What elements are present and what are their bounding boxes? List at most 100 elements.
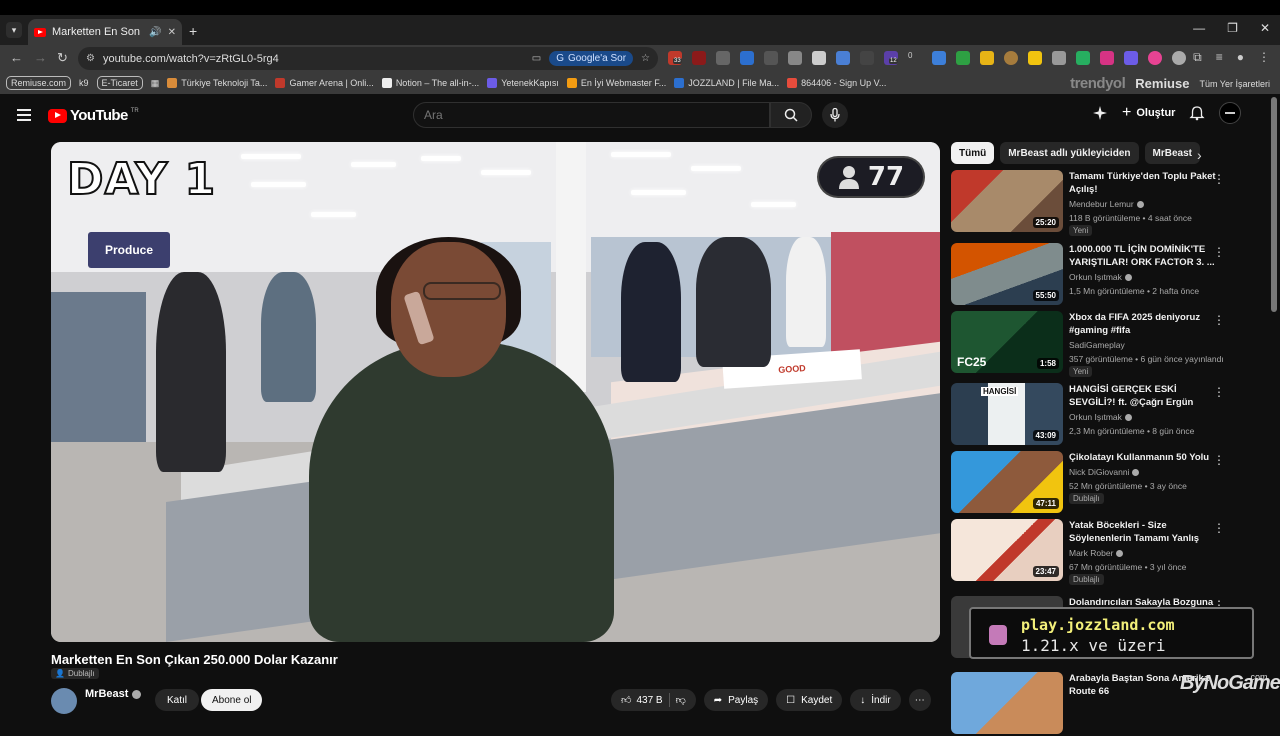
all-bookmarks-link[interactable]: Tüm Yer İşaretleri bbox=[1199, 79, 1270, 89]
channel-name[interactable]: Mendebur Lemur bbox=[1069, 199, 1144, 209]
channel-name[interactable]: Mark Rober bbox=[1069, 548, 1124, 558]
channel-avatar[interactable] bbox=[51, 688, 77, 714]
close-window-icon[interactable]: ✕ bbox=[1260, 21, 1270, 35]
apps-grid-icon[interactable]: ▦ bbox=[151, 78, 160, 89]
extension-icon[interactable] bbox=[1004, 51, 1018, 65]
bookmark-item[interactable]: E-Ticaret bbox=[96, 76, 143, 90]
pen-extension-icon[interactable] bbox=[764, 51, 778, 65]
search-input[interactable] bbox=[413, 102, 770, 128]
recommended-video[interactable]: HANGİSİ 43:09 HANGİSİ GERÇEK ESKİ SEVGİLİ… bbox=[951, 383, 1231, 447]
browser-tab-active[interactable]: Marketten En Son Çıkan 25 🔊 ✕ bbox=[28, 19, 182, 45]
address-url[interactable]: youtube.com/watch?v=zRtGL0-5rg4 bbox=[103, 53, 524, 65]
video-thumbnail[interactable]: 55:50 bbox=[951, 243, 1063, 305]
restore-icon[interactable]: ❐ bbox=[1227, 21, 1238, 35]
youtube-logo[interactable]: YouTube TR bbox=[48, 107, 139, 124]
account-avatar[interactable] bbox=[1219, 102, 1242, 124]
extension-icon[interactable] bbox=[860, 51, 874, 65]
channel-name[interactable]: Orkun Işıtmak bbox=[1069, 272, 1132, 282]
channel-name[interactable]: Nick DiGiovanni bbox=[1069, 467, 1140, 477]
recommended-video[interactable]: 47:11 Çikolatayı Kullanmanın 50 Yolu Nic… bbox=[951, 451, 1231, 515]
bookmark-item[interactable]: Türkiye Teknoloji Ta... bbox=[167, 78, 267, 88]
audio-playing-icon[interactable]: 🔊 bbox=[149, 27, 161, 38]
extension-icon[interactable] bbox=[692, 51, 706, 65]
video-title[interactable]: Yatak Böcekleri - Size Söylenenlerin Tam… bbox=[1069, 519, 1221, 545]
more-vertical-icon[interactable]: ⋮ bbox=[1213, 172, 1225, 186]
extension-icon[interactable]: 12 bbox=[884, 51, 898, 65]
reload-icon[interactable]: ↻ bbox=[57, 50, 68, 66]
recommended-video[interactable]: 55:50 1.000.000 TL İÇİN DOMİNİK'TE YARIŞ… bbox=[951, 243, 1231, 307]
search-button[interactable] bbox=[770, 102, 812, 128]
extension-icon[interactable] bbox=[1172, 51, 1186, 65]
recommended-video[interactable]: 23:47 Yatak Böcekleri - Size Söylenenler… bbox=[951, 519, 1231, 585]
video-thumbnail[interactable]: HANGİSİ 43:09 bbox=[951, 383, 1063, 445]
extension-icon[interactable] bbox=[1124, 51, 1138, 65]
translate-extension-icon[interactable] bbox=[836, 51, 850, 65]
recommended-video[interactable]: 25:20 Tamamı Türkiye'den Toplu Paket Açı… bbox=[951, 170, 1231, 236]
video-title[interactable]: Çikolatayı Kullanmanın 50 Yolu bbox=[1069, 451, 1221, 464]
address-bar[interactable]: ⚙ youtube.com/watch?v=zRtGL0-5rg4 ▭ G Goo… bbox=[78, 47, 658, 70]
subscribe-button[interactable]: Abone ol bbox=[201, 689, 263, 711]
voice-search-button[interactable] bbox=[822, 102, 848, 128]
bookmark-item[interactable]: Notion – The all-in-... bbox=[381, 78, 479, 88]
chip-mrbeast[interactable]: MrBeast bbox=[1144, 142, 1200, 164]
chevron-right-icon[interactable]: › bbox=[1197, 147, 1202, 163]
new-tab-icon[interactable]: + bbox=[189, 23, 197, 39]
extension-counter[interactable]: 0 bbox=[908, 51, 922, 65]
more-vertical-icon[interactable]: ⋮ bbox=[1213, 313, 1225, 327]
more-vertical-icon[interactable]: ⋮ bbox=[1213, 385, 1225, 399]
channel-name-link[interactable]: MrBeast bbox=[85, 688, 142, 700]
chip-all[interactable]: Tümü bbox=[951, 142, 995, 164]
cast-icon[interactable]: ▭ bbox=[532, 53, 541, 64]
download-button[interactable]: ↓ İndir bbox=[850, 689, 901, 711]
ask-google-button[interactable]: G Google'a Sor bbox=[549, 51, 634, 66]
video-thumbnail[interactable]: 47:11 bbox=[951, 451, 1063, 513]
close-tab-icon[interactable]: ✕ bbox=[168, 27, 176, 38]
bookmark-item[interactable]: 864406 - Sign Up V... bbox=[787, 78, 886, 88]
browser-menu-icon[interactable]: ⋮ bbox=[1258, 50, 1270, 65]
video-thumbnail[interactable]: FC25 1:58 bbox=[951, 311, 1063, 373]
extensions-puzzle-icon[interactable]: ⧉ bbox=[1193, 50, 1202, 65]
share-button[interactable]: ➦ Paylaş bbox=[703, 689, 769, 711]
extension-icon[interactable] bbox=[956, 51, 970, 65]
video-title[interactable]: HANGİSİ GERÇEK ESKİ SEVGİLİ?! ft. @Çağrı… bbox=[1069, 383, 1221, 409]
extension-icon[interactable]: 33 bbox=[668, 51, 682, 65]
channel-name[interactable]: Orkun Işıtmak bbox=[1069, 412, 1132, 422]
bookmark-item[interactable]: Gamer Arena | Onli... bbox=[275, 78, 374, 88]
download-extension-icon[interactable] bbox=[932, 51, 946, 65]
reading-list-icon[interactable]: ≡ bbox=[1216, 50, 1223, 65]
page-scrollbar[interactable] bbox=[1271, 97, 1277, 312]
extension-icon[interactable] bbox=[1052, 51, 1066, 65]
extension-icon[interactable] bbox=[788, 51, 802, 65]
save-button[interactable]: ☐ Kaydet bbox=[776, 689, 843, 711]
chip-from-uploader[interactable]: MrBeast adlı yükleyiciden bbox=[1000, 142, 1139, 164]
extension-icon[interactable] bbox=[1148, 51, 1162, 65]
video-title[interactable]: Xbox da FIFA 2025 deniyoruz #gaming #fif… bbox=[1069, 311, 1221, 337]
back-icon[interactable]: ← bbox=[10, 50, 23, 65]
more-vertical-icon[interactable]: ⋮ bbox=[1213, 453, 1225, 467]
sparkle-icon[interactable] bbox=[1092, 105, 1108, 121]
minimize-icon[interactable]: — bbox=[1193, 21, 1205, 35]
forward-icon[interactable]: → bbox=[34, 50, 47, 65]
site-info-icon[interactable]: ⚙ bbox=[86, 53, 95, 64]
bookmark-item[interactable]: Remiuse.com bbox=[6, 76, 72, 90]
video-player[interactable]: Produce GOOD DAY 1 77 bbox=[51, 142, 940, 642]
recommended-video[interactable]: FC25 1:58 Xbox da FIFA 2025 deniyoruz #ga… bbox=[951, 311, 1231, 377]
dislike-button[interactable]: 👎︎ bbox=[676, 694, 686, 706]
video-thumbnail[interactable]: 23:47 bbox=[951, 519, 1063, 581]
more-vertical-icon[interactable]: ⋮ bbox=[1213, 521, 1225, 535]
bookmark-item[interactable]: k9 bbox=[79, 78, 89, 88]
bookmark-item[interactable]: YetenekKapısı bbox=[487, 78, 559, 88]
video-thumbnail[interactable]: 25:20 bbox=[951, 170, 1063, 232]
profile-icon[interactable]: ● bbox=[1237, 50, 1244, 65]
extension-icon[interactable] bbox=[1028, 51, 1042, 65]
bookmark-item[interactable]: JOZZLAND | File Ma... bbox=[674, 78, 779, 88]
menu-icon[interactable] bbox=[17, 109, 31, 121]
bookmark-star-icon[interactable]: ☆ bbox=[641, 53, 650, 64]
more-vertical-icon[interactable]: ⋮ bbox=[1213, 245, 1225, 259]
video-thumbnail[interactable] bbox=[951, 672, 1063, 734]
extension-icon[interactable] bbox=[1076, 51, 1090, 65]
create-button[interactable]: + Oluştur bbox=[1122, 104, 1175, 122]
join-button[interactable]: Katıl bbox=[155, 689, 200, 711]
extension-icon[interactable] bbox=[980, 51, 994, 65]
more-actions-button[interactable]: ⋯ bbox=[908, 689, 931, 711]
